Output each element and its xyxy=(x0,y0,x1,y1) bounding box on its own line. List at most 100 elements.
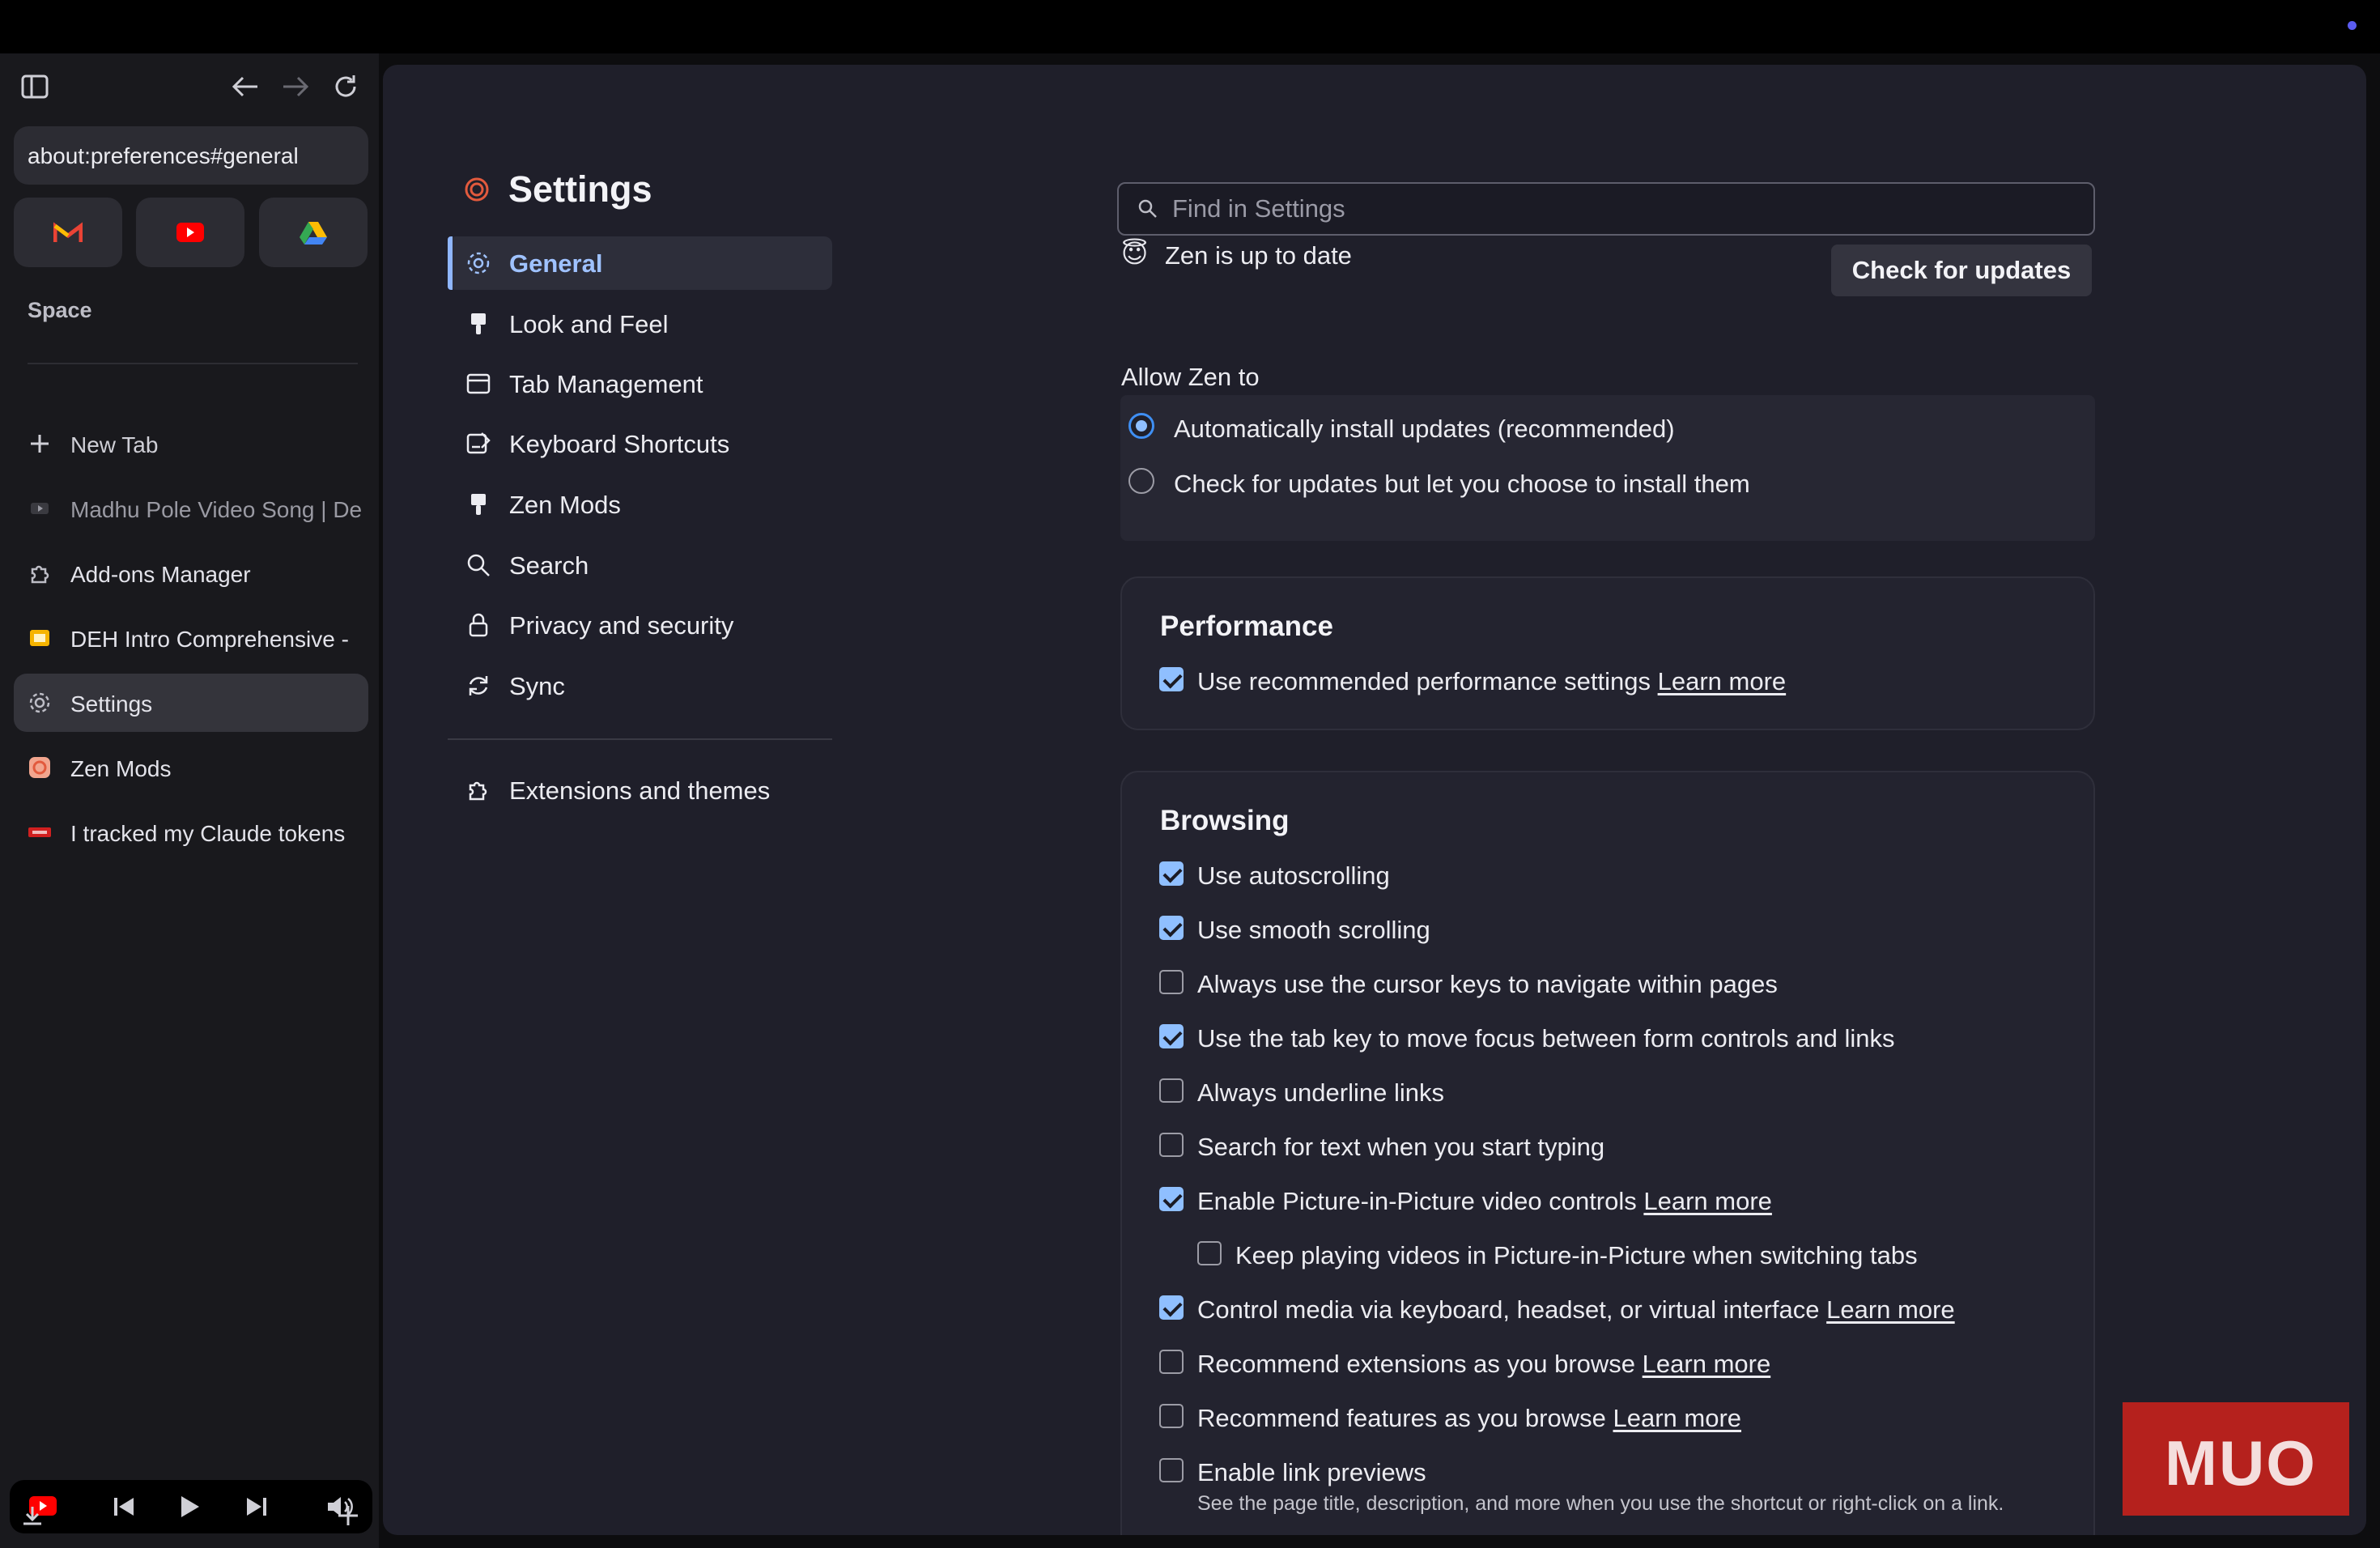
zen-logo-icon xyxy=(465,177,489,202)
paintbrush-icon xyxy=(471,313,486,334)
tab-label: Zen Mods xyxy=(70,756,172,781)
next-track-icon[interactable] xyxy=(244,1495,269,1518)
lock-icon xyxy=(469,613,488,637)
nav-tab-management[interactable]: Tab Management xyxy=(448,357,832,410)
new-tab-button[interactable]: New Tab xyxy=(14,415,368,473)
option-label: Always use the cursor keys to navigate w… xyxy=(1197,970,1778,998)
settings-page: Settings General Look and Feel Tab Manag… xyxy=(383,65,2366,1535)
previous-track-icon[interactable] xyxy=(112,1495,136,1518)
play-icon[interactable] xyxy=(178,1495,201,1519)
tab-label: DEH Intro Comprehensive - xyxy=(70,627,349,652)
gmail-icon xyxy=(53,222,83,242)
checkbox-recommend-features[interactable] xyxy=(1159,1404,1184,1428)
tab-claude-tokens[interactable]: I tracked my Claude tokens xyxy=(14,803,368,861)
gear-icon xyxy=(467,252,490,274)
slides-icon xyxy=(30,630,49,646)
gear-icon xyxy=(29,692,50,713)
option-label: Recommend extensions as you browse Learn… xyxy=(1197,1350,1771,1378)
space-divider xyxy=(28,363,358,364)
checkbox-search-typing[interactable] xyxy=(1159,1133,1184,1157)
performance-section: Performance Use recommended performance … xyxy=(1120,576,2095,730)
tab-add-ons-manager[interactable]: Add-ons Manager xyxy=(14,544,368,602)
checkbox-recommended-performance[interactable] xyxy=(1159,667,1184,691)
option-label: Use autoscrolling xyxy=(1197,861,1390,890)
checkbox-smooth-scrolling[interactable] xyxy=(1159,916,1184,940)
youtube-icon xyxy=(176,223,204,242)
settings-search[interactable] xyxy=(1117,182,2095,236)
media-controls xyxy=(10,1480,372,1533)
nav-extensions-and-themes[interactable]: Extensions and themes xyxy=(448,763,832,817)
google-drive-icon xyxy=(300,222,327,245)
checkbox-pip-keep-playing[interactable] xyxy=(1197,1241,1222,1265)
tab-deh-intro[interactable]: DEH Intro Comprehensive - xyxy=(14,609,368,667)
window-icon xyxy=(466,373,491,394)
tab-zen-mods[interactable]: Zen Mods xyxy=(14,738,368,797)
nav-label: Privacy and security xyxy=(509,611,734,640)
tab-label: Add-ons Manager xyxy=(70,562,251,587)
zen-icon xyxy=(29,757,50,778)
forward-arrow-icon[interactable] xyxy=(282,75,309,98)
muo-icon xyxy=(28,827,51,837)
option-label: Use recommended performance settings Lea… xyxy=(1197,667,1787,695)
sidebar-toggle-icon[interactable] xyxy=(21,74,49,99)
reload-icon[interactable] xyxy=(332,73,359,100)
checkbox-recommend-extensions[interactable] xyxy=(1159,1350,1184,1374)
checkbox-pip-controls[interactable] xyxy=(1159,1187,1184,1211)
video-icon xyxy=(31,503,49,514)
checkbox-cursor-keys[interactable] xyxy=(1159,970,1184,994)
downloads-icon[interactable] xyxy=(21,1504,44,1527)
tab-label: New Tab xyxy=(70,432,159,457)
url-bar[interactable]: about:preferences#general xyxy=(14,126,368,185)
add-icon[interactable] xyxy=(337,1504,359,1527)
puzzle-icon xyxy=(31,565,49,584)
check-for-updates-button[interactable]: Check for updates xyxy=(1831,245,2092,296)
nav-label: Tab Management xyxy=(509,370,703,398)
back-arrow-icon[interactable] xyxy=(232,75,259,98)
search-icon xyxy=(1138,199,1157,218)
checkbox-tab-key-focus[interactable] xyxy=(1159,1024,1184,1048)
nav-look-and-feel[interactable]: Look and Feel xyxy=(448,297,832,351)
update-status-text: Zen is up to date xyxy=(1165,241,1352,270)
space-label: Space xyxy=(28,298,92,322)
option-label: Enable Picture-in-Picture video controls… xyxy=(1197,1187,1772,1215)
tab-madhu-pole-video[interactable]: Madhu Pole Video Song | De xyxy=(14,479,368,538)
nav-zen-mods[interactable]: Zen Mods xyxy=(448,478,832,531)
learn-more-link[interactable]: Learn more xyxy=(1658,667,1787,695)
option-label: Keep playing videos in Picture-in-Pictur… xyxy=(1235,1241,1918,1269)
window-titlebar xyxy=(0,0,2380,53)
radio-auto-install[interactable] xyxy=(1128,413,1154,439)
nav-label: Extensions and themes xyxy=(509,776,771,805)
checkbox-media-control[interactable] xyxy=(1159,1295,1184,1320)
tab-settings[interactable]: Settings xyxy=(14,674,368,732)
nav-sync[interactable]: Sync xyxy=(448,659,832,712)
watermark-text: MUO xyxy=(2165,1427,2317,1499)
checkbox-underline-links[interactable] xyxy=(1159,1078,1184,1103)
learn-more-link[interactable]: Learn more xyxy=(1643,1350,1771,1378)
nav-label: Look and Feel xyxy=(509,310,669,338)
nav-search[interactable]: Search xyxy=(448,538,832,592)
nav-keyboard-shortcuts[interactable]: Keyboard Shortcuts xyxy=(448,417,832,470)
pinned-youtube[interactable] xyxy=(136,198,244,267)
update-options-group: Automatically install updates (recommend… xyxy=(1120,395,2095,541)
option-label: Recommend features as you browse Learn m… xyxy=(1197,1404,1742,1432)
pinned-google-drive[interactable] xyxy=(259,198,368,267)
smile-emoji-icon: 😇 xyxy=(1121,239,1149,268)
nav-label: Zen Mods xyxy=(509,491,621,519)
window-indicator-dot xyxy=(2348,21,2357,30)
pinned-gmail[interactable] xyxy=(14,198,122,267)
learn-more-link[interactable]: Learn more xyxy=(1826,1295,1955,1324)
nav-privacy-and-security[interactable]: Privacy and security xyxy=(448,598,832,652)
nav-general[interactable]: General xyxy=(448,236,832,290)
plus-icon xyxy=(31,435,49,453)
checkbox-autoscrolling[interactable] xyxy=(1159,861,1184,886)
tab-label: Settings xyxy=(70,691,153,717)
learn-more-link[interactable]: Learn more xyxy=(1613,1404,1741,1432)
checkbox-link-previews[interactable] xyxy=(1159,1458,1184,1482)
learn-more-link[interactable]: Learn more xyxy=(1643,1187,1772,1215)
radio-check-only[interactable] xyxy=(1128,468,1154,494)
option-label: Use smooth scrolling xyxy=(1197,916,1430,944)
search-input[interactable] xyxy=(1172,192,2063,226)
sidebar: about:preferences#general Space New Tab … xyxy=(0,53,379,1548)
keyboard-icon xyxy=(466,432,491,454)
muo-watermark-logo: MUO xyxy=(2123,1402,2349,1516)
